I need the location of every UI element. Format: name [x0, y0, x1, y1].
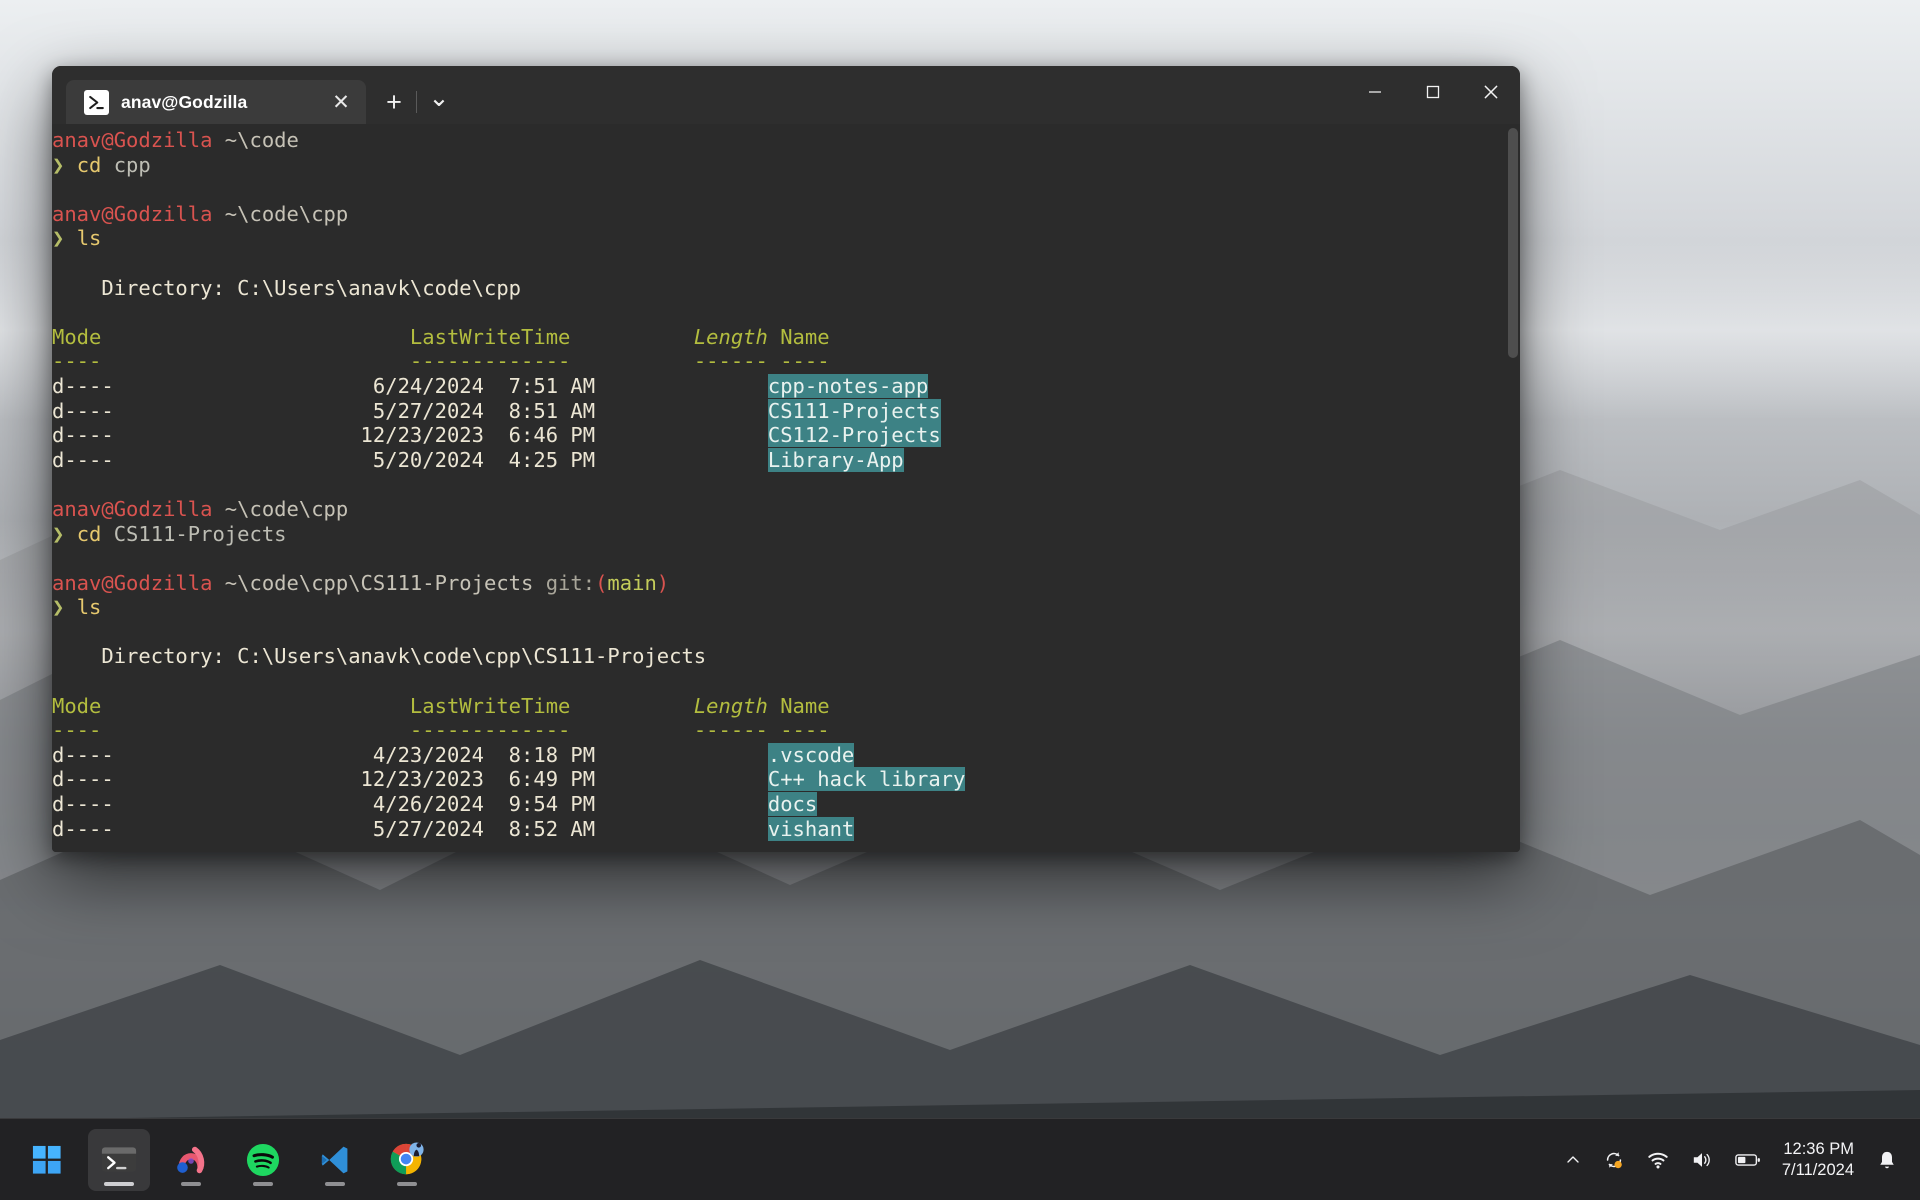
terminal-prompt-line: anav@Godzilla ~\code\cpp\CS111-Projects … — [52, 570, 670, 595]
start-button[interactable] — [16, 1129, 78, 1191]
directory-name: C++ hack library — [767, 767, 966, 792]
taskbar-running-indicator — [253, 1181, 273, 1186]
chevron-down-icon[interactable]: ⌄ — [419, 84, 459, 119]
terminal-listing-row: d---- 5/27/2024 8:51 AM CS111-Projects — [52, 398, 941, 423]
terminal-command-line: ❯ cd cpp — [52, 152, 151, 177]
terminal-listing-row: d---- 12/23/2023 6:46 PM CS112-Projects — [52, 423, 941, 448]
tab-strip[interactable]: anav@Godzilla ✕ + ⌄ — [52, 66, 459, 124]
directory-name: .vscode — [767, 742, 855, 767]
taskbar[interactable]: 12:36 PM 7/11/2024 — [0, 1118, 1920, 1200]
taskbar-running-indicator — [397, 1181, 417, 1186]
terminal-directory-label: Directory: C:\Users\anavk\code\cpp\CS111… — [52, 644, 707, 669]
directory-name: Library-App — [767, 447, 904, 472]
directory-name: vishant — [767, 816, 855, 841]
taskbar-running-indicator — [181, 1181, 201, 1186]
terminal-prompt-line: anav@Godzilla ~\code\cpp — [52, 201, 349, 226]
clock-time: 12:36 PM — [1783, 1139, 1854, 1158]
terminal-listing-rule: ---- ------------- ------ ---- — [52, 718, 830, 743]
terminal-listing-row: d---- 12/23/2023 6:49 PM C++ hack librar… — [52, 767, 966, 792]
directory-name: CS112-Projects — [767, 423, 941, 448]
directory-name: CS111-Projects — [767, 398, 941, 423]
terminal-command-line: ❯ cd CS111-Projects — [52, 521, 287, 546]
terminal-text: anav@Godzilla ~\code ❯ cd cpp anav@Godzil… — [52, 128, 1520, 841]
bell-icon[interactable] — [1866, 1130, 1908, 1190]
maximize-button[interactable] — [1404, 66, 1462, 118]
terminal-listing-row: d---- 4/26/2024 9:54 PM docs — [52, 792, 818, 817]
directory-name: cpp-notes-app — [767, 373, 929, 398]
tab-actions-divider — [416, 91, 417, 113]
close-tab-button[interactable]: ✕ — [326, 87, 356, 117]
terminal-listing-rule: ---- ------------- ------ ---- — [52, 349, 830, 374]
clock-date: 7/11/2024 — [1781, 1160, 1854, 1179]
terminal-listing-row: d---- 5/20/2024 4:25 PM Library-App — [52, 447, 904, 472]
terminal-prompt-line: anav@Godzilla ~\code — [52, 128, 299, 152]
terminal-command-line: ❯ ls — [52, 595, 102, 620]
tab-title: anav@Godzilla — [121, 91, 248, 112]
battery-icon[interactable] — [1724, 1130, 1772, 1190]
taskbar-running-indicator — [104, 1181, 134, 1186]
taskbar-clock[interactable]: 12:36 PM 7/11/2024 — [1772, 1139, 1866, 1181]
taskbar-terminal[interactable] — [88, 1128, 150, 1191]
chevron-up-icon[interactable] — [1554, 1130, 1592, 1190]
speaker-icon[interactable] — [1680, 1130, 1724, 1190]
terminal-titlebar[interactable]: anav@Godzilla ✕ + ⌄ — [52, 66, 1520, 124]
terminal-listing-row: d---- 5/27/2024 8:52 AM vishant — [52, 816, 855, 841]
wifi-icon[interactable] — [1636, 1130, 1680, 1190]
taskbar-spotify[interactable] — [232, 1129, 294, 1191]
taskbar-running-indicator — [325, 1181, 345, 1186]
terminal-listing-row: d---- 4/23/2024 8:18 PM .vscode — [52, 742, 855, 767]
terminal-directory-label: Directory: C:\Users\anavk\code\cpp — [52, 275, 521, 300]
sync-icon[interactable] — [1592, 1130, 1636, 1190]
taskbar-chrome[interactable] — [376, 1129, 438, 1191]
terminal-listing-header: Mode LastWriteTime Length Name — [52, 324, 830, 349]
terminal-listing-header: Mode LastWriteTime Length Name — [52, 693, 830, 718]
terminal-output-area[interactable]: anav@Godzilla ~\code ❯ cd cpp anav@Godzil… — [52, 124, 1520, 852]
taskbar-vscode[interactable] — [304, 1129, 366, 1191]
terminal-listing-row: d---- 6/24/2024 7:51 AM cpp-notes-app — [52, 373, 929, 398]
minimize-button[interactable] — [1346, 66, 1404, 118]
new-tab-button[interactable]: + — [374, 85, 414, 119]
terminal-window[interactable]: anav@Godzilla ✕ + ⌄ anav@Godzilla ~\code… — [52, 66, 1520, 852]
terminal-prompt-line: anav@Godzilla ~\code\cpp — [52, 496, 349, 521]
tab-actions[interactable]: + ⌄ — [366, 80, 459, 124]
directory-name: docs — [767, 792, 818, 817]
taskbar-arc[interactable] — [160, 1129, 222, 1191]
close-window-button[interactable] — [1462, 66, 1520, 118]
powershell-icon — [84, 89, 109, 115]
window-controls[interactable] — [1346, 66, 1520, 118]
terminal-tab[interactable]: anav@Godzilla ✕ — [66, 80, 366, 124]
terminal-scrollbar[interactable] — [1508, 128, 1518, 358]
system-tray[interactable]: 12:36 PM 7/11/2024 — [1554, 1119, 1920, 1200]
terminal-command-line: ❯ ls — [52, 226, 102, 251]
